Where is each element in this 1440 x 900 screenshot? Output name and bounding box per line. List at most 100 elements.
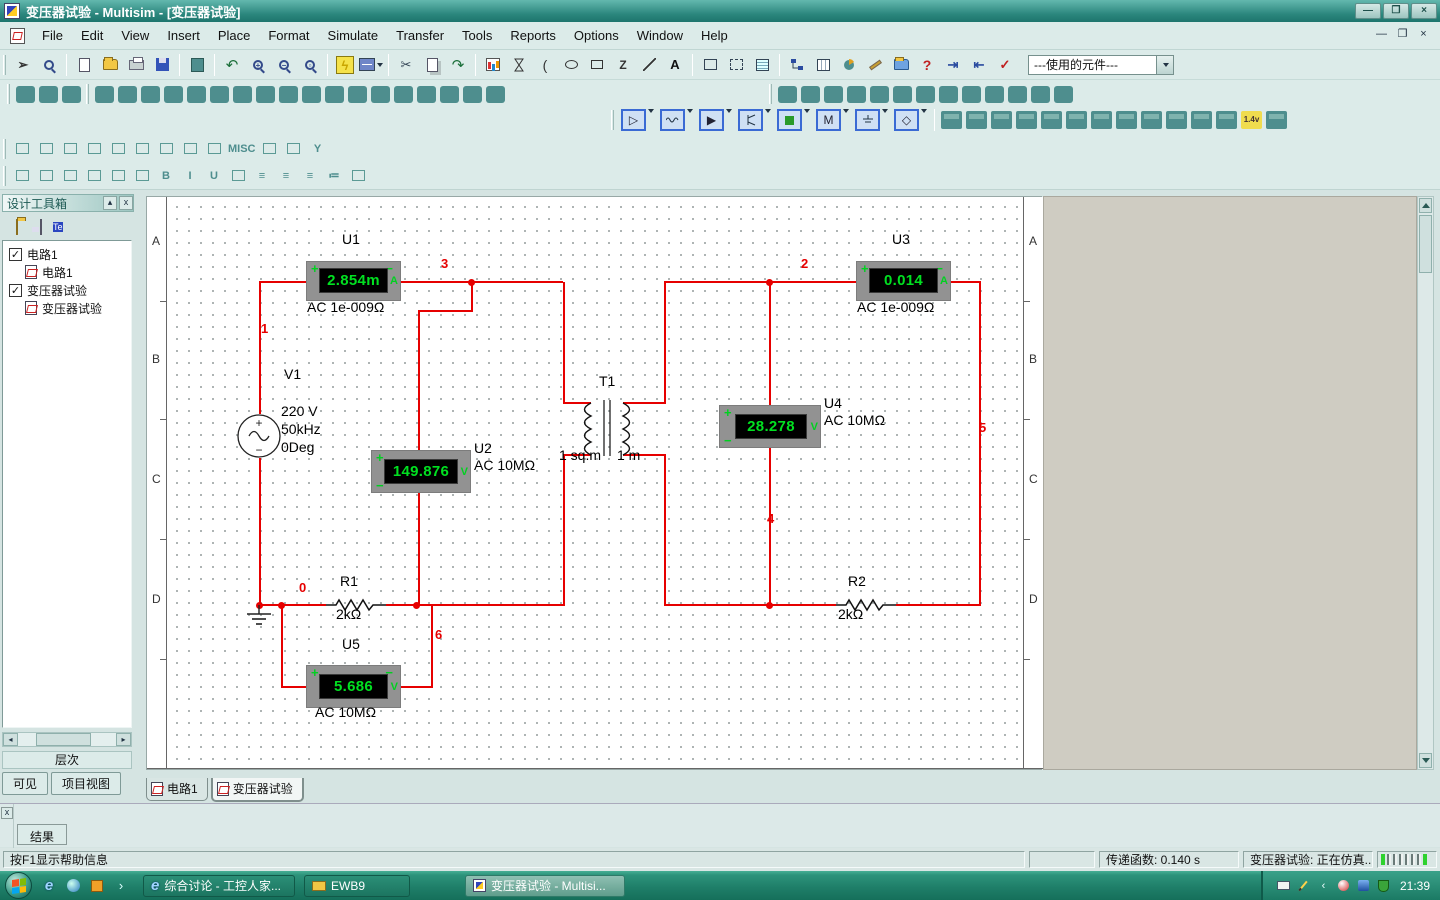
part-slot[interactable]: [893, 86, 912, 103]
menu-file[interactable]: File: [33, 25, 72, 46]
internet-explorer-icon[interactable]: e: [41, 878, 57, 894]
source-icon[interactable]: ▷: [621, 109, 646, 131]
bullet-list-icon[interactable]: ≔: [324, 166, 344, 185]
text-icon[interactable]: A: [663, 54, 687, 76]
ellipse-icon[interactable]: [559, 54, 583, 76]
zoom-in-icon[interactable]: +: [246, 54, 270, 76]
align-left-icon[interactable]: ≡: [252, 166, 272, 185]
ammeter-U3[interactable]: + − 0.014 A: [856, 261, 951, 301]
power-icon[interactable]: ◇: [894, 109, 919, 131]
wire-junction[interactable]: [766, 602, 773, 609]
taskbar-task[interactable]: e综合讨论 - 工控人家...: [143, 875, 295, 897]
part-slot[interactable]: [302, 86, 321, 103]
wire[interactable]: [563, 282, 565, 404]
post-analysis-icon[interactable]: [837, 54, 861, 76]
window-close-button[interactable]: ×: [1411, 3, 1437, 19]
wire[interactable]: [401, 686, 431, 688]
bold-icon[interactable]: B: [156, 166, 176, 185]
part-slot[interactable]: [801, 86, 820, 103]
part-slot[interactable]: [187, 86, 206, 103]
part-slot[interactable]: [233, 86, 252, 103]
keyboard-icon[interactable]: [1277, 879, 1290, 892]
color-settings-icon[interactable]: [481, 54, 505, 76]
component-group-basic[interactable]: [660, 109, 693, 131]
net-label[interactable]: 3: [441, 256, 448, 271]
menu-view[interactable]: View: [112, 25, 158, 46]
subcircuit-icon[interactable]: [698, 54, 722, 76]
part-slot[interactable]: [1054, 86, 1073, 103]
multimeter-icon[interactable]: [941, 111, 962, 129]
part-slot[interactable]: [962, 86, 981, 103]
part-slot[interactable]: [847, 86, 866, 103]
tree-item[interactable]: 变压器试验: [3, 299, 131, 317]
save-icon[interactable]: [150, 54, 174, 76]
new-file-icon[interactable]: [72, 54, 96, 76]
voltmeter-U4[interactable]: + − 28.278 V: [719, 405, 821, 448]
menu-simulate[interactable]: Simulate: [319, 25, 388, 46]
refdes-label[interactable]: U2: [474, 440, 492, 456]
part-slot[interactable]: [463, 86, 482, 103]
network-analyzer-icon[interactable]: [1266, 111, 1287, 129]
part-slot[interactable]: [486, 86, 505, 103]
component-group-misc[interactable]: M: [816, 109, 849, 131]
part-slot[interactable]: [141, 86, 160, 103]
chevron-down-icon[interactable]: [802, 113, 810, 127]
picture-frame-icon[interactable]: [348, 166, 368, 185]
taskbar-task[interactable]: EWB9: [304, 875, 410, 897]
toolbar-grip[interactable]: [7, 84, 10, 104]
checkbox-checked-icon[interactable]: ✓: [9, 248, 22, 261]
toolbar-grip[interactable]: [611, 110, 614, 130]
chevron-down-icon[interactable]: [841, 113, 849, 127]
menu-options[interactable]: Options: [565, 25, 628, 46]
wire-junction[interactable]: [413, 602, 420, 609]
refdes-label[interactable]: V1: [284, 366, 301, 382]
wire[interactable]: [471, 281, 563, 283]
web-icon[interactable]: [228, 166, 248, 185]
wire[interactable]: [281, 686, 306, 688]
wire[interactable]: [418, 492, 420, 606]
resistor-value-label[interactable]: 2kΩ: [838, 606, 863, 622]
ac-source-V1[interactable]: + −: [236, 413, 282, 459]
launcher-icon[interactable]: [89, 878, 105, 894]
net-arrow-icon[interactable]: [36, 166, 56, 185]
refdes-label[interactable]: U1: [342, 231, 360, 247]
hierarchy-icon[interactable]: [785, 54, 809, 76]
meter-setting-label[interactable]: AC 1e-009Ω: [307, 299, 384, 315]
logic-converter-icon[interactable]: [1166, 111, 1187, 129]
meter-setting-label[interactable]: AC 10MΩ: [474, 457, 535, 473]
list-view-icon[interactable]: [750, 54, 774, 76]
basic-icon[interactable]: [660, 109, 685, 131]
ammeter-U1[interactable]: + − 2.854m A: [306, 261, 401, 301]
zoom-fit-icon[interactable]: ▫: [298, 54, 322, 76]
description-box-icon[interactable]: [12, 166, 32, 185]
checkbox-checked-icon[interactable]: ✓: [9, 284, 22, 297]
rectangle-icon[interactable]: [585, 54, 609, 76]
pen-icon[interactable]: [1297, 879, 1310, 892]
clipboard-doc-icon[interactable]: [108, 166, 128, 185]
part-slot[interactable]: [939, 86, 958, 103]
back-annotate-icon[interactable]: ⇥: [941, 54, 965, 76]
iv-analyzer-icon[interactable]: [1191, 111, 1212, 129]
sheet-tab-电路1[interactable]: 电路1: [146, 778, 208, 801]
window-minimize-button[interactable]: —: [1355, 3, 1381, 19]
toolbox-tab-项目视图[interactable]: 项目视图: [51, 772, 121, 795]
wire[interactable]: [896, 604, 979, 606]
in-use-parts-combo[interactable]: ---使用的元件---: [1028, 55, 1174, 75]
wire[interactable]: [259, 281, 306, 283]
part-slot[interactable]: [394, 86, 413, 103]
project-open-icon[interactable]: [889, 54, 913, 76]
refdes-label[interactable]: U4: [824, 395, 842, 411]
refdes-label[interactable]: R2: [848, 573, 866, 589]
run-simulation-icon[interactable]: ϟ: [333, 54, 357, 76]
desktop-icon[interactable]: [65, 878, 81, 894]
part-slot[interactable]: [325, 86, 344, 103]
zener-icon[interactable]: [108, 139, 128, 158]
ground-symbol[interactable]: [244, 605, 274, 631]
toolbox-tab-可见[interactable]: 可见: [2, 772, 48, 795]
wire[interactable]: [979, 281, 981, 606]
spark-icon[interactable]: [84, 139, 104, 158]
part-slot[interactable]: [164, 86, 183, 103]
diode-icon[interactable]: ▶: [699, 109, 724, 131]
refdes-label[interactable]: T1: [599, 373, 615, 389]
chevron-down-icon[interactable]: [646, 113, 654, 127]
